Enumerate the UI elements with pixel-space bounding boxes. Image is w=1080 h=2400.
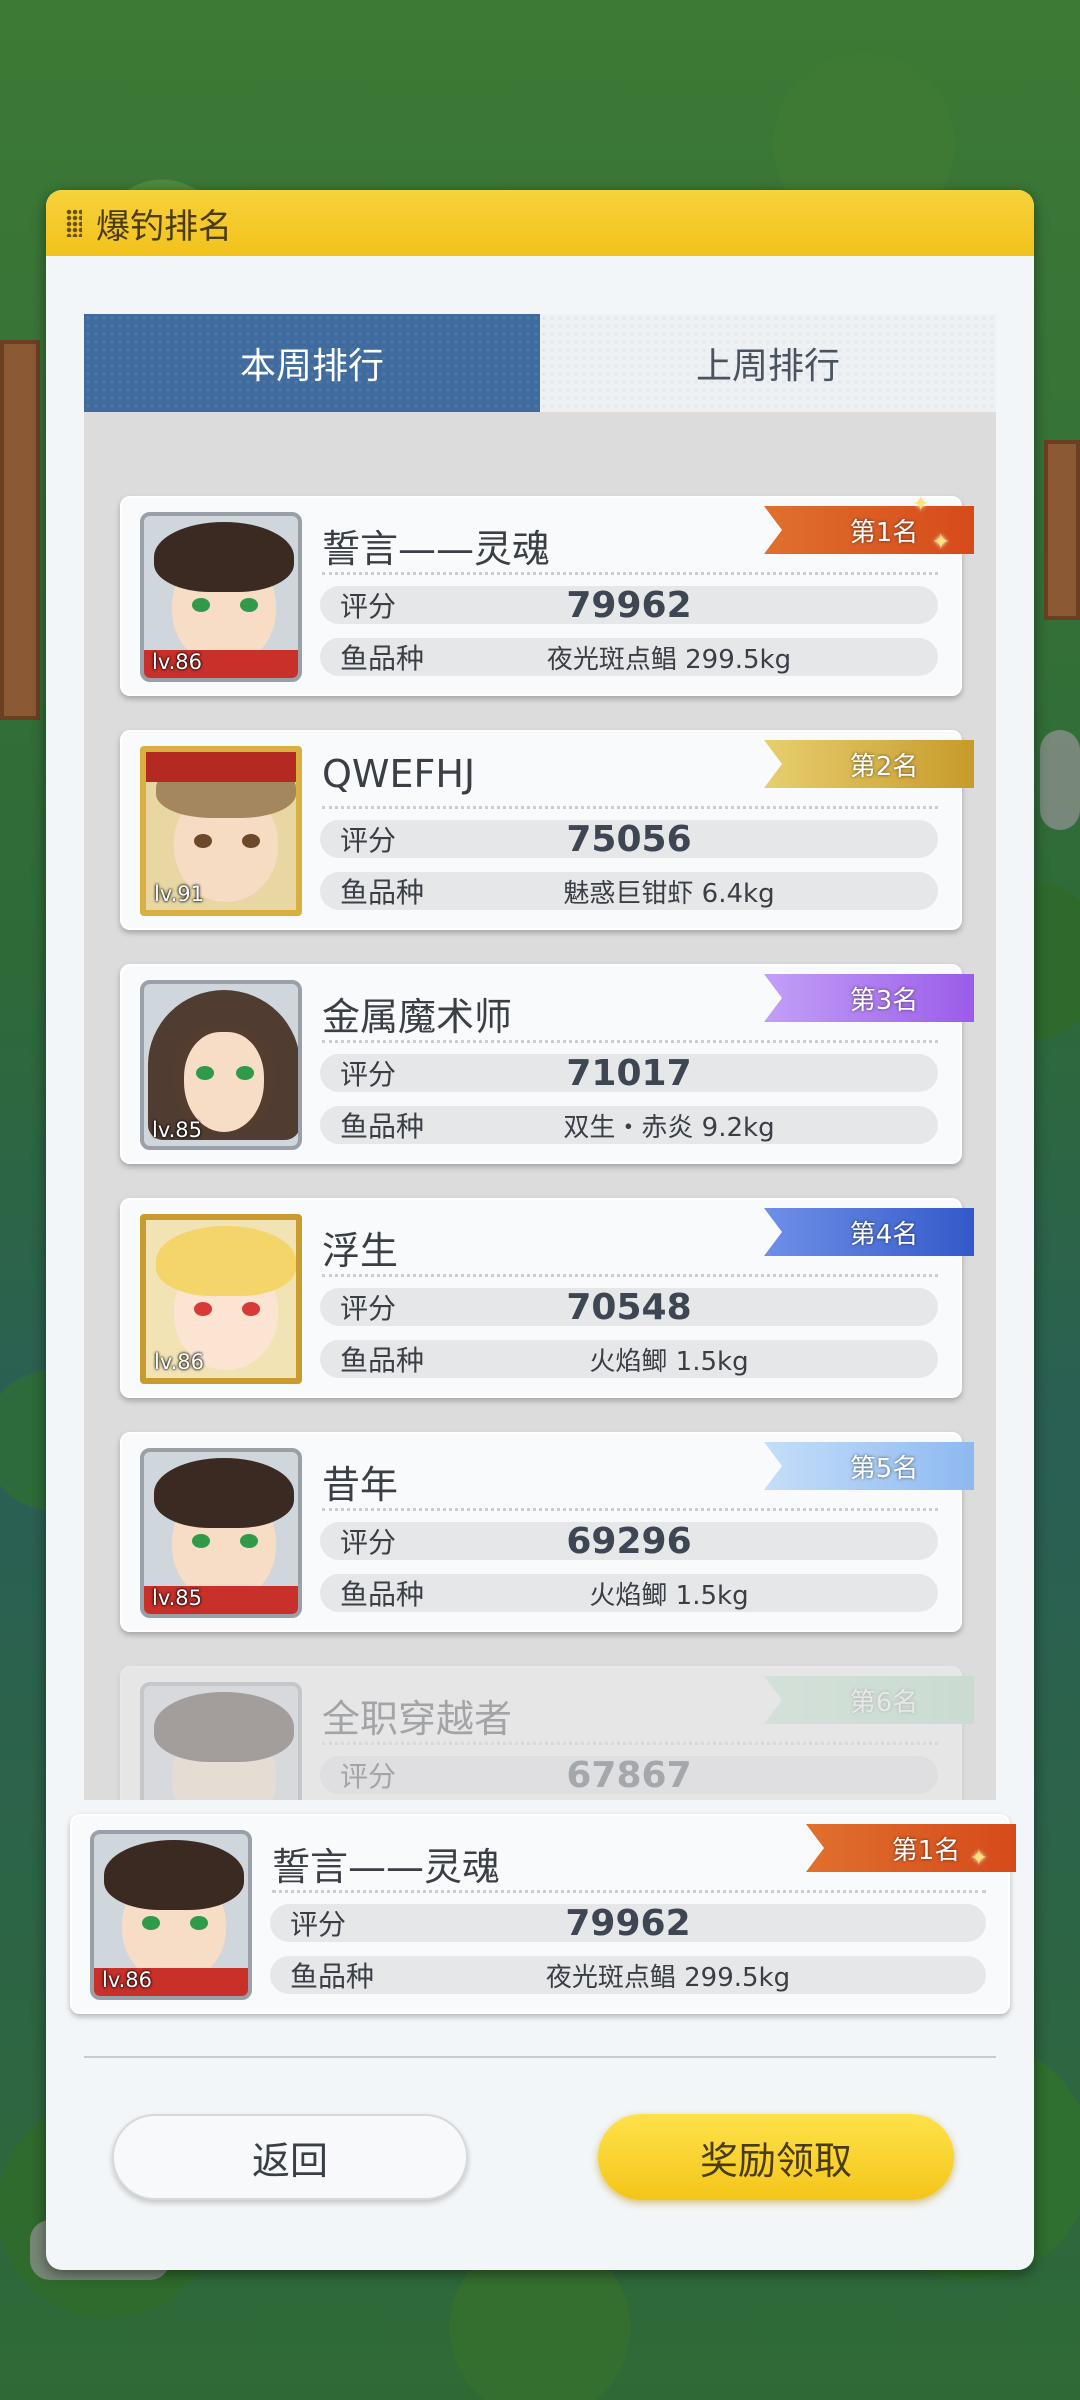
- rank-badge: 第6名: [764, 1676, 974, 1724]
- fish-label: 鱼品种: [340, 1578, 425, 1611]
- score-label: 评分: [340, 1760, 397, 1793]
- footer-divider: [84, 2056, 996, 2058]
- ranking-card[interactable]: 全职穿越者 评分 67867 第6名: [120, 1666, 974, 1800]
- fish-row: 鱼品种 魅惑巨钳虾 6.4kg: [320, 872, 938, 910]
- tab-last-week[interactable]: 上周排行: [540, 314, 996, 412]
- divider: [322, 806, 938, 809]
- fish-value: 双生・赤炎 9.2kg: [563, 1112, 775, 1143]
- fish-label: 鱼品种: [290, 1960, 375, 1993]
- ranking-card[interactable]: lv.85 昔年 评分 69296 鱼品种 火焰鲫 1.5kg 第5名: [120, 1432, 974, 1632]
- divider: [272, 1890, 986, 1893]
- score-row: 评分 71017: [320, 1052, 938, 1094]
- player-level: lv.85: [152, 1586, 203, 1610]
- boy-avatar-icon: lv.86: [90, 1830, 252, 2000]
- divider: [322, 1274, 938, 1277]
- fish-value: 夜光斑点鲳 299.5kg: [545, 1962, 791, 1993]
- boy-avatar-icon: lv.86: [140, 512, 302, 682]
- fish-row: 鱼品种 火焰鲫 1.5kg: [320, 1574, 938, 1612]
- rank-badge: 第3名: [764, 974, 974, 1022]
- fish-value: 夜光斑点鲳 299.5kg: [546, 644, 792, 675]
- back-button[interactable]: 返回: [112, 2114, 468, 2200]
- fish-label: 鱼品种: [340, 642, 425, 675]
- fish-value: 火焰鲫 1.5kg: [589, 1346, 749, 1377]
- boy-avatar-icon: [140, 1682, 302, 1800]
- score-row: 评分 79962: [270, 1902, 986, 1944]
- fish-label: 鱼品种: [340, 1344, 425, 1377]
- score-label: 评分: [290, 1908, 347, 1941]
- tab-this-week[interactable]: 本周排行: [84, 314, 540, 412]
- score-value: 71017: [566, 1052, 692, 1094]
- score-value: 79962: [565, 1902, 691, 1944]
- ranking-list[interactable]: lv.86 誓言——灵魂 评分 79962 鱼品种 夜光斑点鲳 299.5kg …: [84, 412, 996, 1800]
- player-level: lv.86: [102, 1968, 153, 1992]
- player-level: lv.85: [152, 1118, 203, 1142]
- sparkle-icon: ✦: [911, 492, 930, 517]
- player-name: 金属魔术师: [322, 995, 513, 1039]
- score-row: 评分 79962: [320, 584, 938, 626]
- background-wood-structure: [0, 340, 40, 720]
- score-label: 评分: [340, 824, 397, 857]
- player-name: 誓言——灵魂: [322, 527, 551, 571]
- fish-value: 魅惑巨钳虾 6.4kg: [563, 878, 775, 909]
- divider: [322, 1508, 938, 1511]
- player-name: QWEFHJ: [322, 752, 476, 796]
- score-row: 评分 67867: [320, 1754, 938, 1796]
- background-stone: [1040, 730, 1080, 830]
- claim-reward-button[interactable]: 奖励领取: [598, 2114, 954, 2200]
- player-name: 全职穿越者: [322, 1697, 513, 1741]
- ranking-tabs: 本周排行 上周排行: [84, 314, 996, 412]
- divider: [322, 1742, 938, 1745]
- divider: [322, 572, 938, 575]
- score-value: 70548: [566, 1286, 692, 1328]
- fish-label: 鱼品种: [340, 876, 425, 909]
- score-label: 评分: [340, 1292, 397, 1325]
- rank-badge: 第2名: [764, 740, 974, 788]
- fish-label: 鱼品种: [340, 1110, 425, 1143]
- fish-row: 鱼品种 夜光斑点鲳 299.5kg: [270, 1956, 986, 1994]
- blonde-gold-frame-avatar-icon: lv.86: [140, 1214, 302, 1384]
- sparkle-icon: ✦: [969, 1846, 988, 1871]
- player-name: 浮生: [322, 1229, 399, 1273]
- fish-row: 鱼品种 夜光斑点鲳 299.5kg: [320, 638, 938, 676]
- score-value: 69296: [566, 1520, 692, 1562]
- girl-gold-frame-avatar-icon: lv.91: [140, 746, 302, 916]
- score-row: 评分 75056: [320, 818, 938, 860]
- fish-row: 鱼品种 火焰鲫 1.5kg: [320, 1340, 938, 1378]
- fish-row: 鱼品种 双生・赤炎 9.2kg: [320, 1106, 938, 1144]
- drag-grip-icon: [66, 209, 82, 237]
- player-level: lv.86: [154, 1350, 205, 1374]
- boy-avatar-icon: lv.85: [140, 1448, 302, 1618]
- ranking-card[interactable]: lv.86 誓言——灵魂 评分 79962 鱼品种 夜光斑点鲳 299.5kg …: [120, 492, 974, 696]
- score-label: 评分: [340, 1526, 397, 1559]
- ranking-card[interactable]: lv.91 QWEFHJ 评分 75056 鱼品种 魅惑巨钳虾 6.4kg 第2…: [120, 730, 974, 930]
- girl-avatar-icon: lv.85: [140, 980, 302, 1150]
- rank-badge: 第5名: [764, 1442, 974, 1490]
- score-row: 评分 70548: [320, 1286, 938, 1328]
- score-value: 67867: [566, 1754, 692, 1796]
- self-ranking-card: lv.86 誓言——灵魂 评分 79962 鱼品种 夜光斑点鲳 299.5kg …: [70, 1814, 1016, 2014]
- score-value: 79962: [566, 584, 692, 626]
- dialog-title: 爆钓排名: [96, 206, 232, 247]
- ranking-card[interactable]: lv.85 金属魔术师 评分 71017 鱼品种 双生・赤炎 9.2kg 第3名: [120, 964, 974, 1164]
- player-level: lv.91: [154, 882, 205, 906]
- player-name: 昔年: [322, 1463, 399, 1507]
- divider: [322, 1040, 938, 1043]
- sparkle-icon: ✦: [931, 530, 950, 555]
- background-wood-structure: [1044, 440, 1080, 620]
- score-row: 评分 69296: [320, 1520, 938, 1562]
- score-value: 75056: [566, 818, 692, 860]
- dialog-header: 爆钓排名: [46, 190, 1034, 256]
- score-label: 评分: [340, 590, 397, 623]
- ranking-dialog: 爆钓排名 本周排行 上周排行 lv.86 誓言——灵魂 评分 79962 鱼品种: [46, 190, 1034, 2270]
- rank-badge: 第4名: [764, 1208, 974, 1256]
- fish-value: 火焰鲫 1.5kg: [589, 1580, 749, 1611]
- ranking-card[interactable]: lv.86 浮生 评分 70548 鱼品种 火焰鲫 1.5kg 第4名: [120, 1198, 974, 1398]
- player-level: lv.86: [152, 650, 203, 674]
- score-label: 评分: [340, 1058, 397, 1091]
- player-name: 誓言——灵魂: [272, 1845, 501, 1889]
